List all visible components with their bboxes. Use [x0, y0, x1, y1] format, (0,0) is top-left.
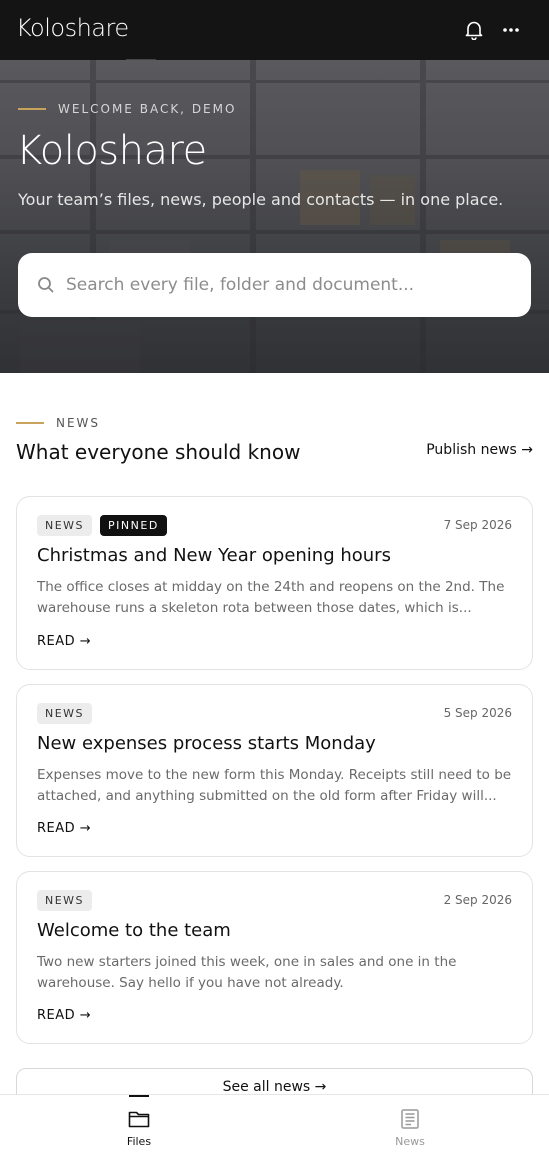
card-badges: NEWS — [37, 890, 93, 911]
app-logo-text: Koloshare — [16, 14, 129, 42]
app-logo[interactable]: Koloshare — [16, 13, 129, 43]
card-badges: NEWS — [37, 703, 93, 724]
news-badge: NEWS — [37, 703, 93, 724]
news-badge: NEWS — [37, 890, 93, 911]
bottom-navigation: Files News — [0, 1094, 549, 1159]
more-options-button[interactable] — [497, 16, 525, 44]
newspaper-icon — [401, 1109, 419, 1129]
bell-icon — [465, 21, 483, 40]
hero-banner: WELCOME BACK, DEMO Koloshare Your team’s… — [0, 60, 549, 373]
news-card[interactable]: NEWS 2 Sep 2026 Welcome to the team Two … — [16, 871, 533, 1044]
search-icon — [38, 277, 54, 293]
hero-tagline: Your team’s files, news, people and cont… — [18, 190, 504, 209]
news-eyebrow: NEWS — [16, 416, 100, 430]
read-link[interactable]: READ → — [37, 821, 91, 836]
read-link[interactable]: READ → — [37, 634, 91, 649]
folder-icon — [128, 1111, 150, 1128]
welcome-text: WELCOME BACK, DEMO — [58, 102, 237, 116]
nav-item-news[interactable]: News — [350, 1095, 470, 1159]
publish-news-link[interactable]: Publish news → — [426, 442, 533, 458]
notifications-button[interactable] — [460, 16, 488, 44]
card-title[interactable]: Welcome to the team — [37, 920, 231, 941]
news-card[interactable]: NEWS PINNED 7 Sep 2026 Christmas and New… — [16, 496, 533, 670]
card-date: 7 Sep 2026 — [443, 518, 512, 532]
card-badges: NEWS PINNED — [37, 515, 167, 536]
search-box[interactable] — [18, 253, 531, 317]
card-excerpt: Two new starters joined this week, one i… — [37, 954, 457, 991]
news-section-label: NEWS — [56, 416, 101, 430]
eyebrow-accent-line — [18, 108, 46, 110]
ellipsis-icon — [503, 28, 519, 32]
search-input[interactable] — [66, 253, 516, 317]
nav-item-files[interactable]: Files — [79, 1095, 199, 1159]
card-title[interactable]: Christmas and New Year opening hours — [37, 545, 391, 566]
hero-logo-text: Koloshare — [16, 128, 207, 174]
news-heading: What everyone should know — [16, 440, 301, 464]
hero-eyebrow: WELCOME BACK, DEMO — [18, 102, 236, 116]
top-bar: Koloshare — [0, 0, 549, 60]
card-date: 2 Sep 2026 — [443, 893, 512, 907]
card-excerpt: The office closes at midday on the 24th … — [37, 579, 505, 616]
card-date: 5 Sep 2026 — [443, 706, 512, 720]
card-title[interactable]: New expenses process starts Monday — [37, 733, 376, 754]
hero-logo: Koloshare — [16, 128, 207, 174]
news-card[interactable]: NEWS 5 Sep 2026 New expenses process sta… — [16, 684, 533, 857]
pinned-badge: PINNED — [100, 515, 167, 536]
nav-label-news: News — [395, 1135, 425, 1148]
active-indicator — [129, 1095, 149, 1097]
read-link[interactable]: READ → — [37, 1008, 91, 1023]
card-excerpt: Expenses move to the new form this Monda… — [37, 767, 512, 804]
nav-label-files: Files — [126, 1135, 152, 1148]
news-badge: NEWS — [37, 515, 93, 536]
eyebrow-accent-line — [16, 422, 44, 424]
